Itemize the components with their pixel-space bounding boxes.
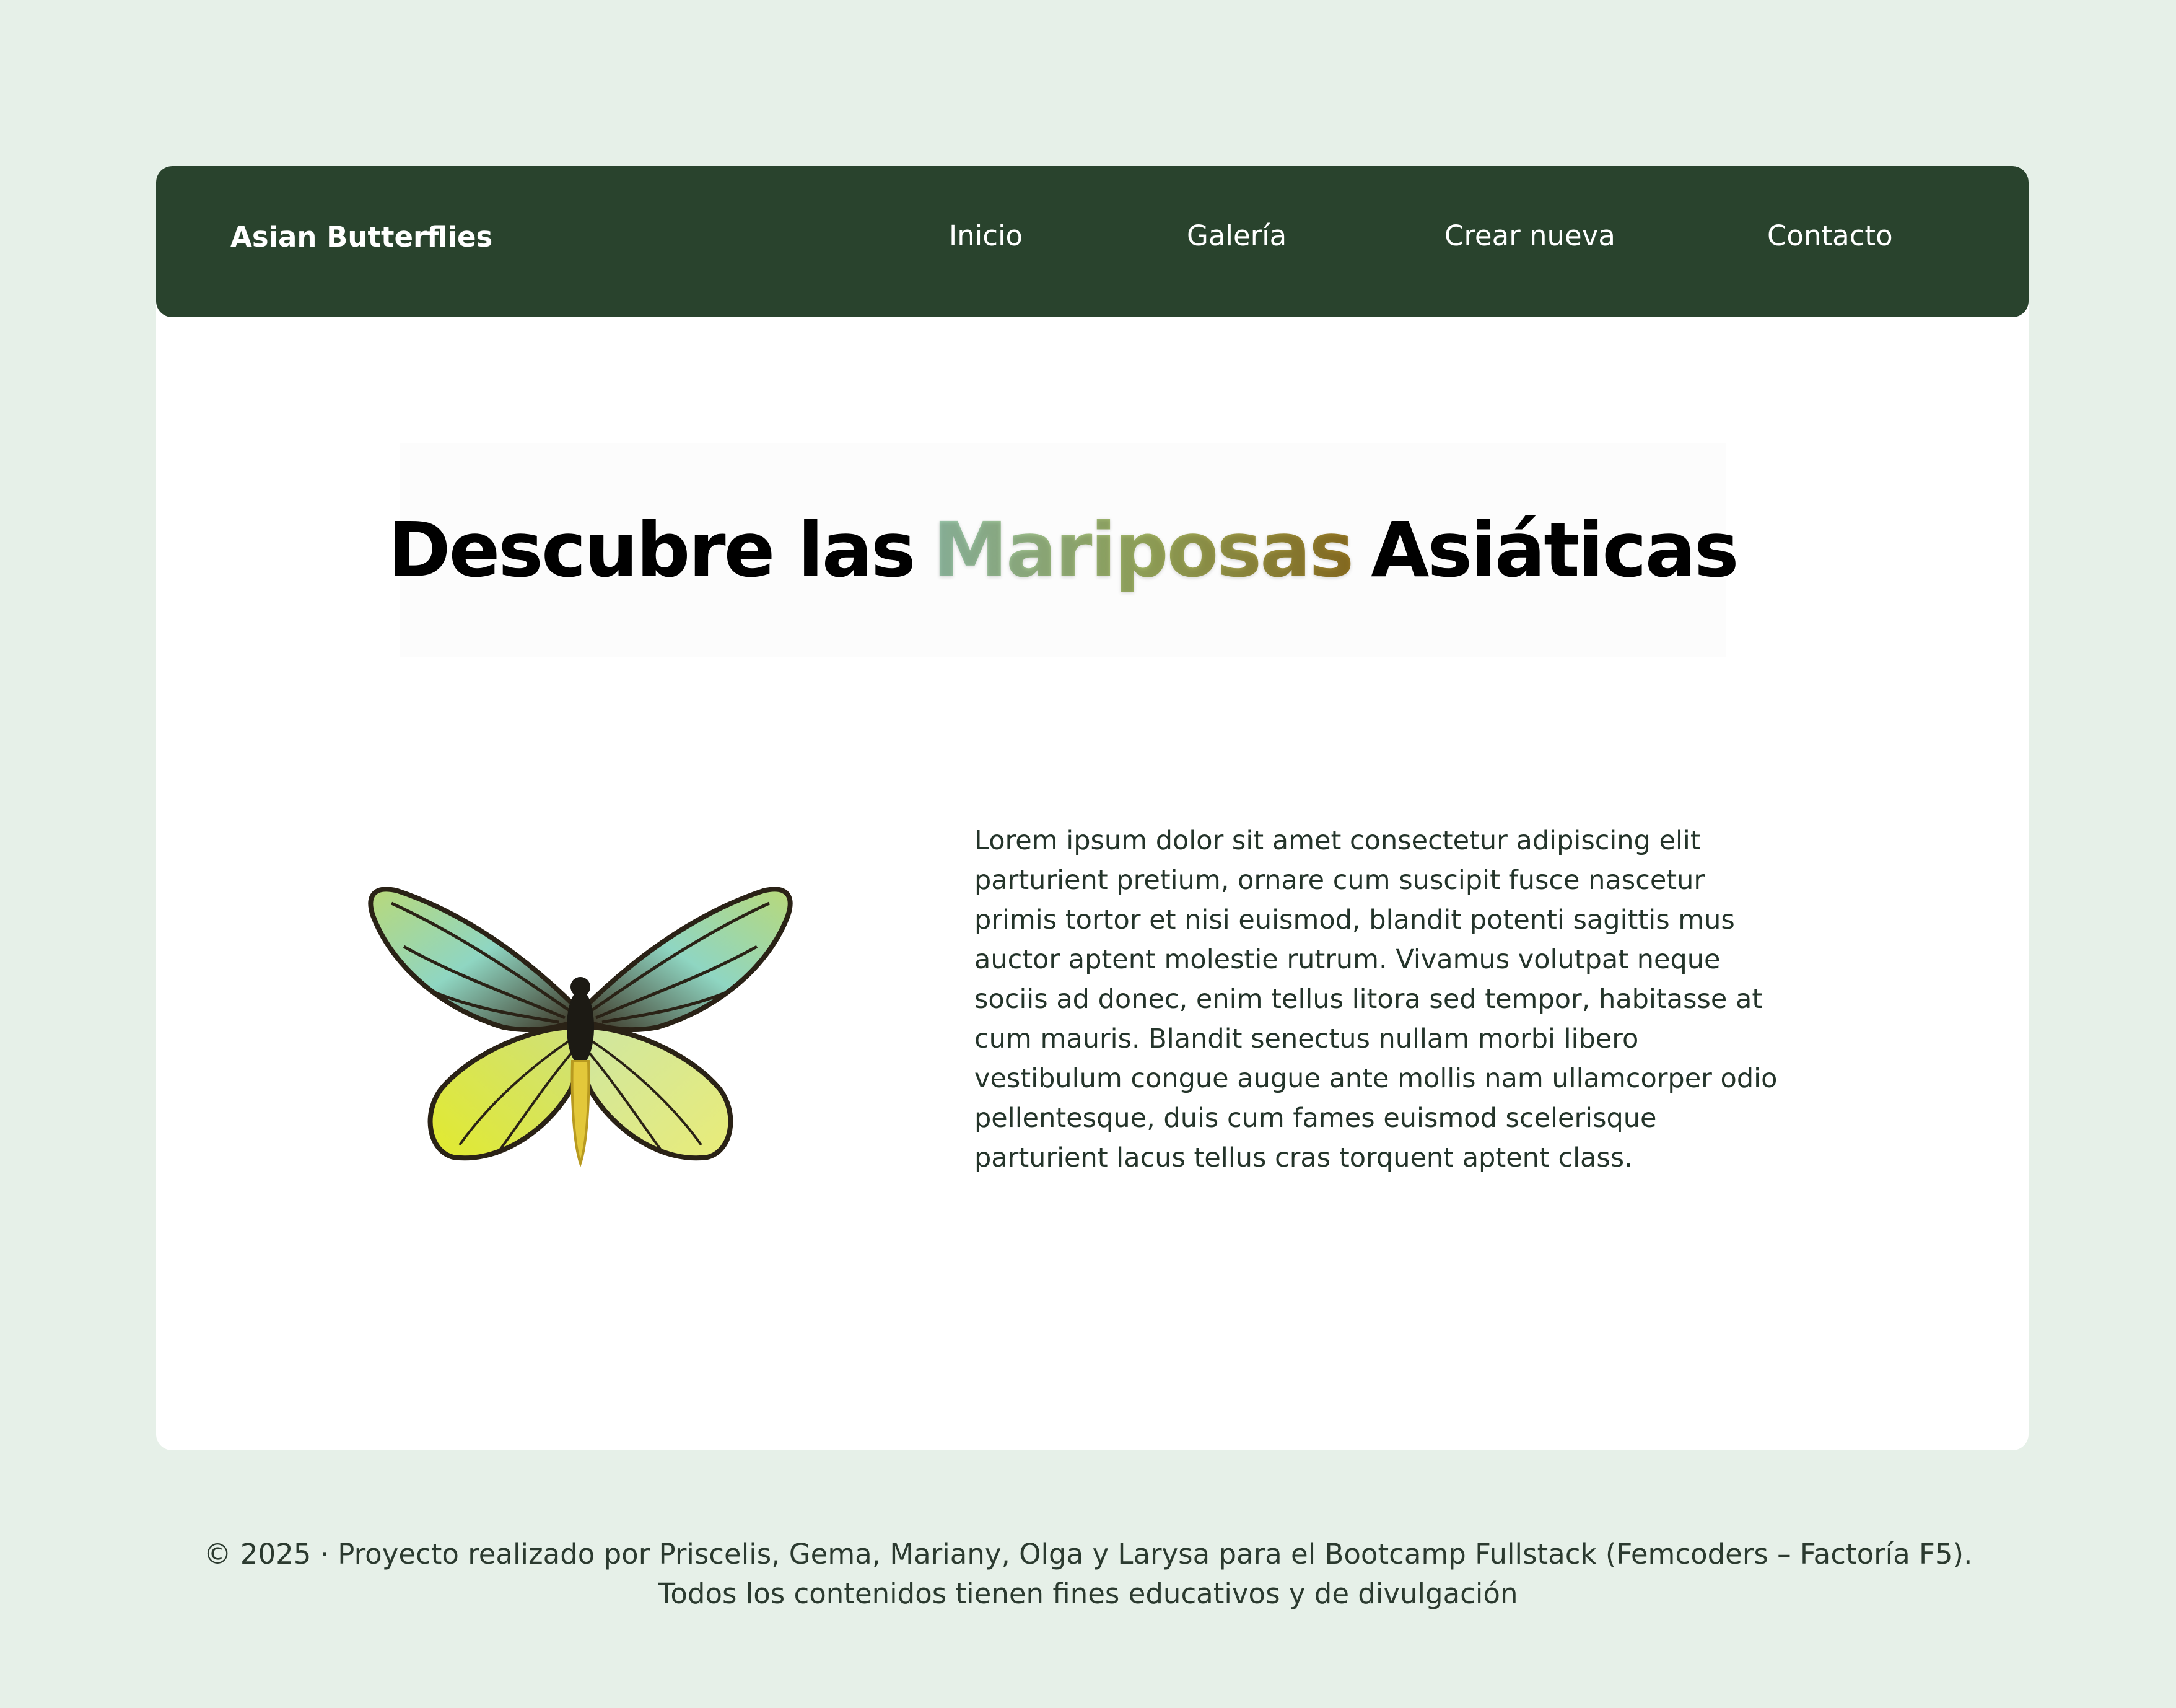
hero-banner: Descubre las Mariposas Asiáticas [388,443,1739,657]
footer: © 2025 · Proyecto realizado por Prisceli… [0,1535,2176,1614]
nav-link-galeria[interactable]: Galería [1187,219,1287,252]
footer-disclaimer: Todos los contenidos tienen fines educat… [658,1577,1518,1610]
footer-copyright: © 2025 · Proyecto realizado por Prisceli… [203,1538,1973,1570]
butterfly-image [348,841,819,1188]
hero-title: Descubre las Mariposas Asiáticas [388,443,1739,657]
nav-link-inicio[interactable]: Inicio [949,219,1023,252]
main-card: Asian Butterflies Inicio Galería Crear n… [156,166,2029,1450]
nav-link-crear-nueva[interactable]: Crear nueva [1444,219,1615,252]
hero-title-start: Descubre las [388,506,915,594]
description-paragraph: Lorem ipsum dolor sit amet consectetur a… [974,825,1778,1173]
hero-title-accent: Mariposas [932,506,1354,594]
brand-logo[interactable]: Asian Butterflies [230,221,492,253]
nav-link-contacto[interactable]: Contacto [1767,219,1893,252]
hero-title-end: Asiáticas [1371,506,1739,594]
navbar: Asian Butterflies Inicio Galería Crear n… [156,166,2029,317]
